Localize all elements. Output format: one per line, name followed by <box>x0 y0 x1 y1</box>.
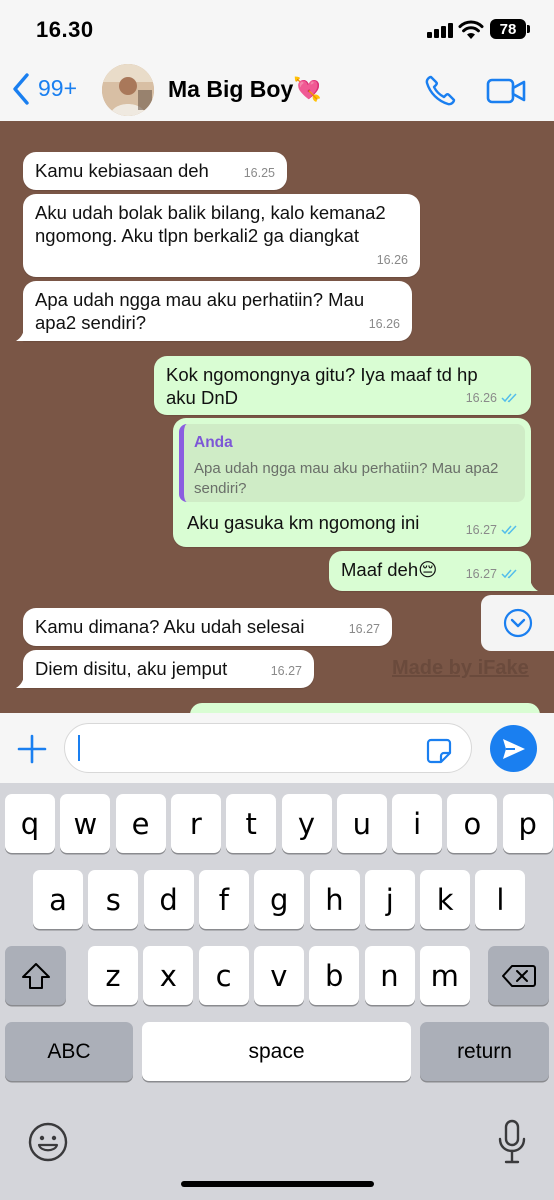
message-time: 16.26 <box>465 390 497 405</box>
key-k[interactable]: k <box>420 870 471 929</box>
space-key[interactable]: space <box>142 1022 411 1081</box>
message-time: 16.27 <box>348 621 380 636</box>
key-q[interactable]: q <box>5 794 55 853</box>
key-r[interactable]: r <box>170 794 221 853</box>
return-key[interactable]: return <box>420 1022 549 1081</box>
key-l[interactable]: l <box>475 870 526 929</box>
key-c[interactable]: c <box>198 946 249 1005</box>
microphone-icon[interactable] <box>497 1119 527 1165</box>
message-time: 16.27 <box>270 663 302 678</box>
delete-key[interactable] <box>488 946 549 1005</box>
status-bar: 16.30 78 <box>0 0 554 58</box>
cellular-signal-icon <box>427 22 455 38</box>
key-y[interactable]: y <box>281 794 332 853</box>
key-h[interactable]: h <box>309 870 360 929</box>
key-o[interactable]: o <box>447 794 498 853</box>
watermark-text: Made by iFake <box>392 657 529 679</box>
key-w[interactable]: w <box>60 794 111 853</box>
plus-icon[interactable] <box>16 733 48 765</box>
battery-tip <box>527 25 530 33</box>
chevron-left-icon <box>13 73 29 105</box>
key-d[interactable]: d <box>143 870 194 929</box>
video-camera-icon[interactable] <box>486 76 526 106</box>
emoji-icon[interactable] <box>27 1121 69 1163</box>
bubble-tail <box>524 577 538 591</box>
message-outgoing[interactable]: Maaf deh😔 16.27 <box>329 551 538 591</box>
home-indicator <box>181 1181 374 1187</box>
unread-count: 99+ <box>38 74 78 101</box>
key-z[interactable]: z <box>88 946 138 1005</box>
key-n[interactable]: n <box>364 946 415 1005</box>
bubble-tail <box>16 674 30 688</box>
chat-area[interactable]: Kamu kebiasaan deh 16.25 Aku udah bolak … <box>0 121 554 713</box>
message-time: 16.25 <box>243 165 275 180</box>
key-a[interactable]: a <box>33 870 83 929</box>
message-input[interactable] <box>64 723 472 773</box>
message-text: Aku udah bolak balik bilang, kalo kemana… <box>35 202 386 246</box>
message-time: 16.26 <box>368 316 400 331</box>
shift-arrow-icon <box>21 962 50 989</box>
message-outgoing-reply[interactable]: Anda Apa udah ngga mau aku perhatiin? Ma… <box>173 418 531 547</box>
read-ticks-icon <box>501 393 517 403</box>
message-input-bar <box>0 713 554 783</box>
wifi-icon <box>458 20 484 39</box>
partial-message-bubble <box>190 703 540 713</box>
sticker-icon[interactable] <box>426 738 452 764</box>
key-e[interactable]: e <box>115 794 166 853</box>
backspace-icon <box>501 964 536 987</box>
message-text: Aku gasuka km ngomong ini <box>187 512 420 533</box>
key-s[interactable]: s <box>88 870 139 929</box>
phone-icon[interactable] <box>423 74 457 108</box>
key-f[interactable]: f <box>198 870 249 929</box>
key-i[interactable]: i <box>392 794 443 853</box>
key-j[interactable]: j <box>364 870 415 929</box>
key-v[interactable]: v <box>253 946 304 1005</box>
key-x[interactable]: x <box>143 946 194 1005</box>
quoted-text: Apa udah ngga mau aku perhatiin? Mau apa… <box>194 459 499 497</box>
message-incoming[interactable]: Kamu dimana? Aku udah selesai 16.27 <box>23 608 392 646</box>
message-text: Apa udah ngga mau aku perhatiin? Mau apa… <box>35 289 365 333</box>
message-time: 16.27 <box>465 522 497 537</box>
abc-key[interactable]: ABC <box>5 1022 133 1081</box>
message-incoming[interactable]: Kamu kebiasaan deh 16.25 <box>23 152 287 190</box>
contact-name[interactable]: Ma Big Boy💘 <box>168 76 322 103</box>
send-arrow-icon <box>502 738 525 759</box>
key-b[interactable]: b <box>309 946 360 1005</box>
message-time: 16.26 <box>376 252 408 267</box>
key-p[interactable]: p <box>502 794 553 853</box>
scroll-to-bottom-button[interactable] <box>481 595 554 651</box>
message-time: 16.27 <box>465 566 497 581</box>
quoted-message[interactable]: Anda Apa udah ngga mau aku perhatiin? Ma… <box>179 424 525 502</box>
send-button[interactable] <box>490 725 537 772</box>
key-g[interactable]: g <box>254 870 305 929</box>
avatar-photo <box>102 64 154 116</box>
read-ticks-icon <box>501 525 517 535</box>
message-text: Kamu dimana? Aku udah selesai <box>35 616 305 637</box>
status-time: 16.30 <box>36 17 94 42</box>
quoted-author: Anda <box>194 434 233 451</box>
key-t[interactable]: t <box>226 794 277 853</box>
message-incoming[interactable]: Apa udah ngga mau aku perhatiin? Mau apa… <box>16 281 412 341</box>
chat-header: 99+ Ma Big Boy💘 <box>0 58 554 121</box>
read-ticks-icon <box>501 569 517 579</box>
key-u[interactable]: u <box>336 794 387 853</box>
bubble-tail <box>16 327 30 341</box>
battery-indicator: 78 <box>490 19 526 39</box>
message-incoming[interactable]: Aku udah bolak balik bilang, kalo kemana… <box>23 194 420 277</box>
message-outgoing[interactable]: Kok ngomongnya gitu? Iya maaf td hp aku … <box>154 356 531 415</box>
key-m[interactable]: m <box>419 946 470 1005</box>
back-button[interactable]: 99+ <box>10 72 77 106</box>
message-incoming[interactable]: Diem disitu, aku jemput 16.27 <box>16 650 314 688</box>
shift-key[interactable] <box>5 946 66 1005</box>
contact-avatar[interactable] <box>102 64 154 116</box>
chevron-down-circle-icon <box>503 608 532 638</box>
text-caret <box>78 735 80 761</box>
